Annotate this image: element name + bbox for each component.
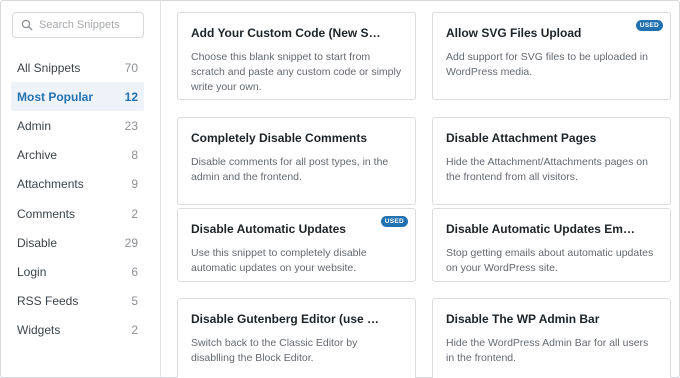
- snippet-title: Disable Gutenberg Editor (use Classic ..…: [191, 312, 402, 326]
- snippet-card-disable-gutenberg[interactable]: Disable Gutenberg Editor (use Classic ..…: [177, 298, 416, 378]
- category-count: 12: [124, 89, 138, 104]
- snippet-card-disable-attachment-pages[interactable]: Disable Attachment Pages Hide the Attach…: [432, 117, 671, 205]
- snippet-title: Add Your Custom Code (New Snippet): [191, 26, 402, 40]
- category-rss-feeds[interactable]: RSS Feeds 5: [11, 287, 144, 316]
- category-comments[interactable]: Comments 2: [11, 199, 144, 228]
- snippet-library-panel: All Snippets 70 Most Popular 12 Admin 23…: [0, 0, 680, 378]
- category-label: Attachments: [17, 177, 84, 192]
- category-label: Widgets: [17, 323, 61, 338]
- category-list: All Snippets 70 Most Popular 12 Admin 23…: [11, 53, 144, 345]
- category-label: Archive: [17, 148, 58, 163]
- snippet-description: Switch back to the Classic Editor by dis…: [191, 337, 358, 364]
- category-count: 2: [131, 323, 138, 338]
- snippet-card-disable-automatic-updates[interactable]: USED Disable Automatic Updates Use this …: [177, 208, 416, 282]
- category-count: 29: [124, 235, 138, 250]
- category-label: Most Popular: [17, 89, 94, 104]
- snippet-description: Add support for SVG files to be uploaded…: [446, 51, 648, 78]
- search-box[interactable]: [12, 12, 144, 38]
- snippet-title: Allow SVG Files Upload: [446, 26, 582, 40]
- category-label: Disable: [17, 235, 58, 250]
- category-count: 2: [131, 206, 138, 221]
- used-badge: USED: [380, 216, 408, 227]
- snippet-title: Disable Automatic Updates Emails: [446, 222, 643, 236]
- snippet-title: Disable Attachment Pages: [446, 131, 597, 145]
- category-label: Comments: [17, 206, 76, 221]
- search-input[interactable]: [39, 19, 139, 31]
- snippet-title: Disable Automatic Updates: [191, 222, 346, 236]
- category-disable[interactable]: Disable 29: [11, 228, 144, 257]
- category-count: 6: [131, 264, 138, 279]
- category-count: 23: [124, 118, 138, 133]
- category-count: 9: [131, 177, 138, 192]
- category-count: 8: [131, 148, 138, 163]
- search-icon: [21, 19, 33, 31]
- used-badge: USED: [635, 20, 663, 31]
- snippet-title: Completely Disable Comments: [191, 131, 368, 145]
- category-admin[interactable]: Admin 23: [11, 111, 144, 140]
- category-archive[interactable]: Archive 8: [11, 141, 144, 170]
- snippet-card-disable-admin-bar[interactable]: Disable The WP Admin Bar Hide the WordPr…: [432, 298, 671, 378]
- snippet-card-allow-svg-upload[interactable]: USED Allow SVG Files Upload Add support …: [432, 12, 671, 100]
- snippet-description: Hide the WordPress Admin Bar for all use…: [446, 337, 649, 364]
- snippet-description: Stop getting emails about automatic upda…: [446, 247, 654, 274]
- category-label: Login: [17, 264, 47, 279]
- category-label: All Snippets: [17, 60, 81, 75]
- category-label: Admin: [17, 118, 52, 133]
- snippet-card-add-custom-code[interactable]: Add Your Custom Code (New Snippet) Choos…: [177, 12, 416, 100]
- snippet-card-disable-update-emails[interactable]: Disable Automatic Updates Emails Stop ge…: [432, 208, 671, 282]
- snippet-title: Disable The WP Admin Bar: [446, 312, 600, 326]
- category-widgets[interactable]: Widgets 2: [11, 316, 144, 345]
- snippet-description: Disable comments for all post types, in …: [191, 156, 389, 183]
- category-count: 70: [124, 60, 138, 75]
- snippet-description: Use this snippet to completely disable a…: [191, 247, 367, 274]
- category-attachments[interactable]: Attachments 9: [11, 170, 144, 199]
- category-login[interactable]: Login 6: [11, 257, 144, 286]
- category-all-snippets[interactable]: All Snippets 70: [11, 53, 144, 82]
- snippet-card-disable-comments[interactable]: Completely Disable Comments Disable comm…: [177, 117, 416, 205]
- category-label: RSS Feeds: [17, 294, 79, 309]
- category-most-popular[interactable]: Most Popular 12: [11, 82, 144, 112]
- snippet-description: Hide the Attachment/Attachments pages on…: [446, 156, 648, 183]
- snippet-grid: Add Your Custom Code (New Snippet) Choos…: [177, 12, 671, 378]
- snippet-description: Choose this blank snippet to start from …: [191, 51, 402, 93]
- category-sidebar: All Snippets 70 Most Popular 12 Admin 23…: [1, 1, 161, 378]
- category-count: 5: [131, 294, 138, 309]
